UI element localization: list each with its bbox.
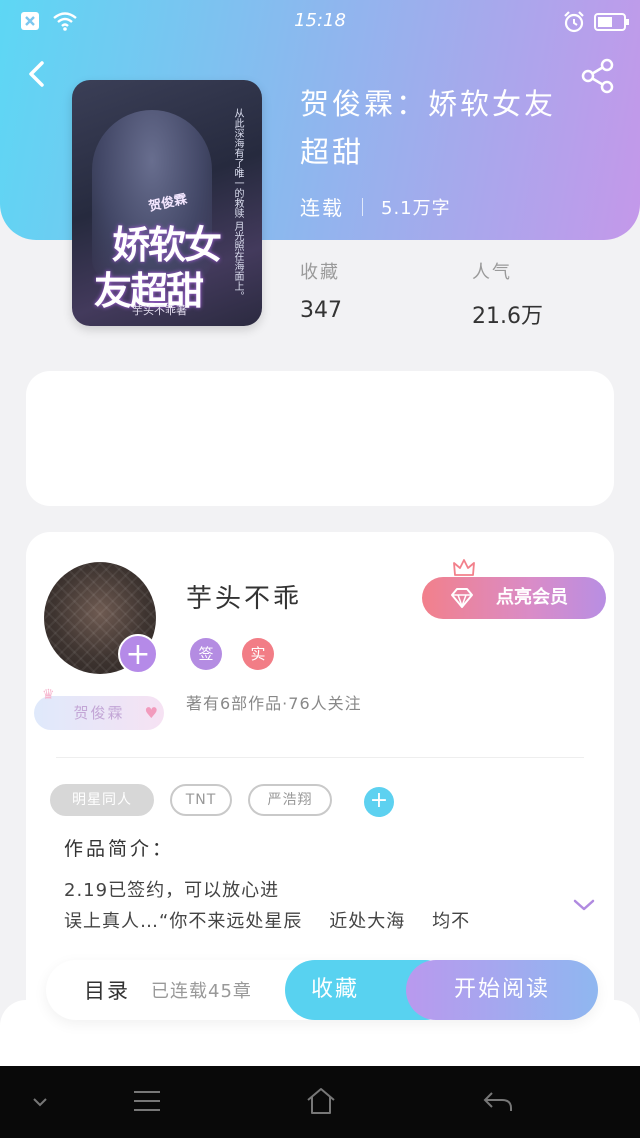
- vip-button-label: 点亮会员: [496, 587, 568, 608]
- chevron-down-icon[interactable]: [572, 896, 596, 914]
- home-icon[interactable]: [305, 1086, 337, 1116]
- plus-icon: +: [125, 637, 151, 672]
- blank-card: [26, 371, 614, 506]
- battery-icon: [594, 13, 629, 31]
- cover-author: 芋头不乖著: [132, 304, 187, 317]
- back-button[interactable]: [22, 58, 54, 90]
- word-count: 5.1万字: [381, 197, 451, 219]
- book-title: 贺俊霖：娇软女友超甜: [300, 87, 557, 169]
- back-nav-icon[interactable]: [482, 1090, 514, 1114]
- diamond-icon: [451, 588, 473, 609]
- intro-text[interactable]: 2.19已签约，可以放心进 误上真人…“你不来远处星辰 近处大海 均不: [64, 875, 560, 939]
- popularity-label: 人气: [472, 262, 512, 283]
- book-cover[interactable]: 从此深海有了唯一的救赎 月光照在海面上。 贺俊霖 娇软女 友超甜 芋头不乖著: [72, 80, 262, 326]
- popularity-stat: 人气 21.6万: [472, 258, 543, 330]
- author-name[interactable]: 芋头不乖: [186, 578, 302, 615]
- intro-title: 作品简介：: [64, 838, 175, 860]
- tag-chip[interactable]: 明星同人: [50, 784, 154, 816]
- crown-icon: [453, 559, 475, 576]
- add-tag-button[interactable]: +: [364, 787, 394, 817]
- favorites-label: 收藏: [300, 262, 340, 283]
- collapse-chevron-icon[interactable]: [30, 1094, 50, 1110]
- popularity-value: 21.6万: [472, 304, 543, 329]
- vip-button[interactable]: 点亮会员: [422, 577, 606, 619]
- crown-icon: ♛: [42, 687, 57, 703]
- book-status: 连载: [300, 196, 344, 220]
- favorites-stat: 收藏 347: [300, 258, 342, 323]
- status-bar: 15:18: [0, 0, 640, 44]
- favorites-value: 347: [300, 298, 342, 323]
- signed-badge: 签: [190, 638, 222, 670]
- toc-button[interactable]: 目录: [84, 975, 130, 1005]
- alarm-icon: [564, 11, 584, 33]
- book-meta: 连载 5.1万字: [300, 192, 451, 221]
- fan-badge-label: 贺俊霖: [73, 704, 125, 722]
- follow-author-button[interactable]: +: [118, 634, 158, 674]
- chapter-count[interactable]: 已连载45章: [151, 977, 252, 1003]
- share-button[interactable]: [580, 58, 616, 94]
- fan-badge[interactable]: ♛ 贺俊霖 ♥: [34, 688, 164, 730]
- start-reading-button[interactable]: 开始阅读: [406, 960, 598, 1020]
- meta-divider: [362, 197, 363, 216]
- system-nav-bar: [0, 1066, 640, 1138]
- tag-chip[interactable]: TNT: [170, 784, 232, 816]
- author-stats: 著有6部作品·76人关注: [186, 694, 362, 713]
- menu-icon[interactable]: [132, 1088, 162, 1114]
- cover-tagline: 从此深海有了唯一的救赎 月光照在海面上。: [232, 108, 243, 302]
- tag-chip[interactable]: 严浩翔: [248, 784, 332, 816]
- verified-badge: 实: [242, 638, 274, 670]
- card-divider: [56, 757, 584, 758]
- status-time: 15:18: [294, 10, 346, 31]
- heart-icon: ♥: [144, 704, 160, 722]
- plus-icon: +: [369, 788, 389, 813]
